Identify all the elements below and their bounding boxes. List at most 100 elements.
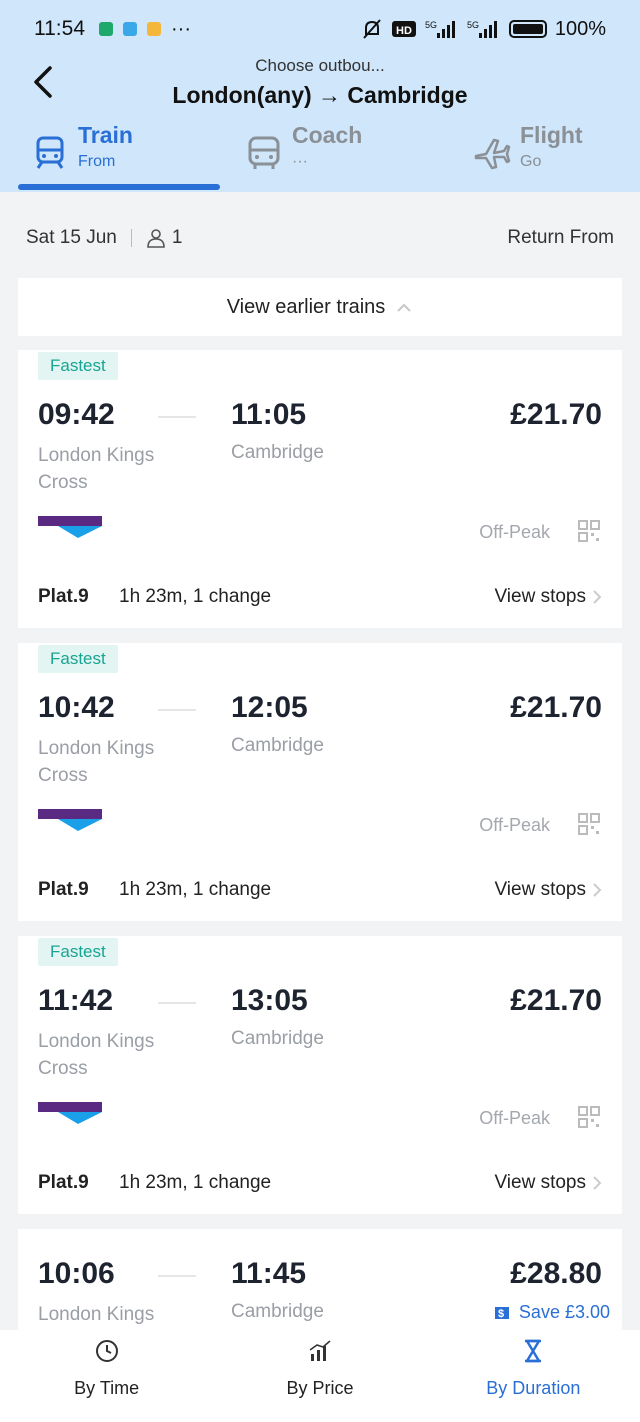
destination-station: Cambridge (231, 1301, 324, 1322)
origin-station: London Kings (38, 1304, 155, 1325)
active-tab-indicator (18, 184, 220, 190)
tab-flight-label: Flight (520, 122, 583, 148)
hd-icon: HD (391, 21, 416, 37)
fare-type: Off-Peak (479, 815, 550, 835)
notification-icons: ··· (99, 18, 191, 41)
tab-train[interactable]: Train From (30, 122, 133, 188)
journey-card[interactable]: Fastest 09:42 11:05 £21.70 London Kings … (18, 350, 622, 628)
header: 11:54 ··· HD 5G 5G 100% Choose outbou...… (0, 0, 640, 192)
journey-card[interactable]: Fastest 11:42 13:05 £21.70 London Kings … (18, 936, 622, 1214)
chevron-up-icon (397, 303, 412, 312)
tab-train-sub: From (78, 153, 116, 170)
qr-code-icon[interactable] (578, 520, 600, 542)
mute-icon (363, 19, 381, 39)
status-bar: 11:54 ··· HD 5G 5G 100% (0, 0, 640, 58)
view-earlier-trains-button[interactable]: View earlier trains (18, 278, 622, 336)
view-stops-button[interactable]: View stops (494, 879, 602, 901)
passenger-count[interactable]: 1 (172, 227, 183, 249)
great-northern-logo (38, 516, 102, 538)
person-icon (147, 229, 165, 248)
view-stops-label: View stops (494, 586, 586, 607)
departure-time: 11:42 (38, 984, 114, 1017)
view-stops-button[interactable]: View stops (494, 586, 602, 608)
tab-flight[interactable]: Flight Go (472, 122, 583, 188)
duration: 1h 23m, 1 change (119, 879, 272, 900)
platform: Plat.9 (38, 879, 89, 900)
svg-text:HD: HD (396, 25, 412, 37)
sort-by-time[interactable]: By Time (0, 1330, 213, 1422)
great-northern-logo (38, 1102, 102, 1124)
price: £21.70 (510, 984, 602, 1017)
origin-station: London Kings Cross (38, 445, 155, 493)
battery-icon (508, 20, 547, 38)
save-badge: $ Save £3.00 (493, 1302, 610, 1323)
duration: 1h 23m, 1 change (119, 586, 272, 607)
app-notification-icon (147, 22, 161, 36)
mail-notification-icon (123, 22, 137, 36)
price: £28.80 (510, 1257, 602, 1290)
travel-date[interactable]: Sat 15 Jun (26, 227, 117, 249)
fastest-badge: Fastest (38, 645, 118, 673)
chevron-right-icon (593, 590, 602, 604)
signal-icon: 5G (467, 20, 497, 38)
status-right: HD 5G 5G 100% (361, 18, 606, 41)
great-northern-logo (38, 809, 102, 831)
qr-code-icon[interactable] (578, 813, 600, 835)
tab-flight-sub: Go (520, 153, 542, 170)
destination-station: Cambridge (231, 1028, 324, 1049)
route-title: London(any) → Cambridge (172, 82, 468, 108)
qr-code-icon[interactable] (578, 1106, 600, 1128)
sort-by-duration-label: By Duration (486, 1378, 581, 1398)
journey-card[interactable]: Fastest 10:42 12:05 £21.70 London Kings … (18, 643, 622, 921)
transport-tabs: Train From Coach ··· Flight Go (0, 122, 640, 192)
plane-icon (474, 138, 511, 170)
tab-coach-label: Coach (292, 122, 363, 148)
clock-icon (95, 1340, 118, 1362)
discount-icon: $ (494, 1306, 509, 1320)
fare-type: Off-Peak (479, 1108, 550, 1128)
chevron-right-icon (593, 883, 602, 897)
departure-time: 09:42 (38, 398, 115, 431)
svg-text:5G: 5G (425, 20, 437, 30)
journey-line (158, 416, 196, 418)
page-subtitle: Choose outbou... (255, 56, 385, 75)
train-icon (36, 136, 64, 169)
platform: Plat.9 (38, 1172, 89, 1193)
tab-coach[interactable]: Coach ··· (244, 122, 362, 188)
sort-by-time-label: By Time (74, 1378, 140, 1398)
destination-station: Cambridge (231, 442, 324, 463)
signal-icon: 5G (425, 20, 455, 38)
departure-time: 10:06 (38, 1257, 115, 1290)
price: £21.70 (510, 691, 602, 724)
arrival-time: 13:05 (231, 984, 308, 1017)
journey-line (158, 1002, 196, 1004)
view-stops-button[interactable]: View stops (494, 1172, 602, 1194)
journey-line (158, 709, 196, 711)
date-bar: Sat 15 Jun 1 Return From (0, 214, 640, 262)
departure-time: 10:42 (38, 691, 115, 724)
view-stops-label: View stops (494, 879, 586, 900)
chevron-right-icon (593, 1176, 602, 1190)
svg-text:5G: 5G (467, 20, 479, 30)
sort-by-duration[interactable]: By Duration (427, 1330, 640, 1422)
sort-bar: By Time By Price By Duration (0, 1330, 640, 1422)
hourglass-icon (525, 1339, 542, 1363)
view-earlier-label: View earlier trains (226, 295, 386, 318)
save-amount: Save £3.00 (518, 1302, 610, 1322)
origin-station: London Kings Cross (38, 738, 155, 786)
sort-by-price[interactable]: By Price (213, 1330, 426, 1422)
divider (130, 229, 132, 247)
coach-icon (248, 136, 280, 169)
more-notifications: ··· (171, 17, 191, 40)
return-from-button[interactable]: Return From (507, 227, 614, 249)
destination-station: Cambridge (231, 735, 324, 756)
arrival-time: 12:05 (231, 691, 308, 724)
arrival-time: 11:05 (231, 398, 307, 431)
tab-coach-sub: ··· (292, 153, 308, 170)
sort-by-price-label: By Price (286, 1378, 354, 1398)
fastest-badge: Fastest (38, 938, 118, 966)
fare-type: Off-Peak (479, 522, 550, 542)
arrival-time: 11:45 (231, 1257, 307, 1290)
duration: 1h 23m, 1 change (119, 1172, 272, 1193)
app-notification-icon (99, 22, 113, 36)
